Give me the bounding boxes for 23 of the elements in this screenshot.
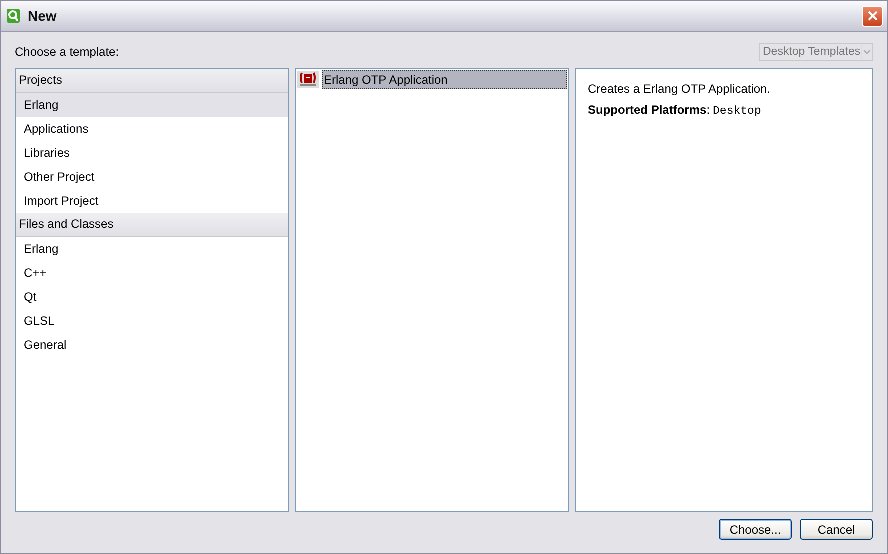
category-header: Projects xyxy=(16,69,288,93)
category-item[interactable]: General xyxy=(16,333,288,357)
app-icon xyxy=(6,8,22,24)
category-item[interactable]: GLSL xyxy=(16,309,288,333)
template-description: Creates a Erlang OTP Application. xyxy=(588,82,772,96)
window-title: New xyxy=(28,8,58,24)
close-icon xyxy=(868,11,878,21)
category-item[interactable]: Erlang xyxy=(16,237,288,261)
category-item[interactable]: Qt xyxy=(16,285,288,309)
close-button[interactable] xyxy=(862,6,883,26)
cancel-button[interactable]: Cancel xyxy=(800,519,873,540)
platforms-value: Desktop xyxy=(713,105,762,118)
prompt-label: Choose a template: xyxy=(15,45,120,59)
category-item[interactable]: Import Project xyxy=(16,189,288,213)
category-item[interactable]: C++ xyxy=(16,261,288,285)
category-item[interactable]: Other Project xyxy=(16,165,288,189)
category-header: Files and Classes xyxy=(16,213,288,237)
category-item[interactable]: Libraries xyxy=(16,141,288,165)
category-item[interactable]: Applications xyxy=(16,117,288,141)
platforms-label: Supported Platforms: xyxy=(588,103,710,117)
choose-button[interactable]: Choose... xyxy=(719,519,792,540)
category-item[interactable]: Erlang xyxy=(16,93,288,117)
caret-icon xyxy=(860,45,872,59)
